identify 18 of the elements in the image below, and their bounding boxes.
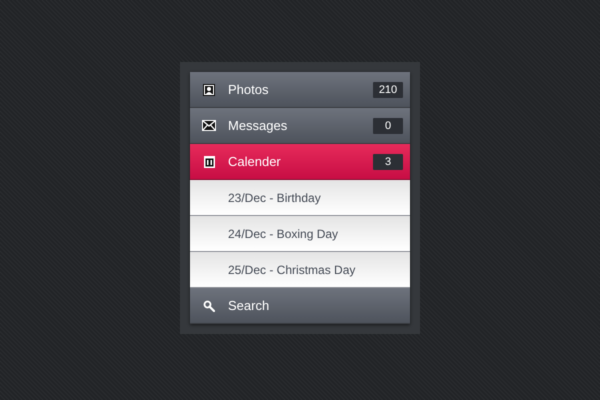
submenu-item[interactable]: 25/Dec - Christmas Day (190, 252, 410, 288)
envelope-icon (202, 120, 216, 131)
search-icon (203, 300, 215, 312)
menu-item[interactable]: Photos 210 (190, 72, 410, 108)
item-label: Calender (228, 154, 282, 169)
menu-item[interactable]: Messages 0 (190, 108, 410, 144)
calendar-icon (204, 156, 214, 168)
count-badge: 210 (373, 82, 403, 98)
submenu-item[interactable]: 24/Dec - Boxing Day (190, 216, 410, 252)
photo-icon (203, 84, 215, 96)
menu-item[interactable]: Calender 3 (190, 144, 410, 180)
menu-item[interactable]: Search (190, 288, 410, 324)
submenu-item[interactable]: 23/Dec - Birthday (190, 180, 410, 216)
item-label: Photos (228, 82, 270, 97)
count-badge: 3 (373, 154, 403, 170)
item-label: Messages (228, 118, 288, 133)
item-label: Search (228, 298, 270, 313)
count-badge: 0 (373, 118, 403, 134)
